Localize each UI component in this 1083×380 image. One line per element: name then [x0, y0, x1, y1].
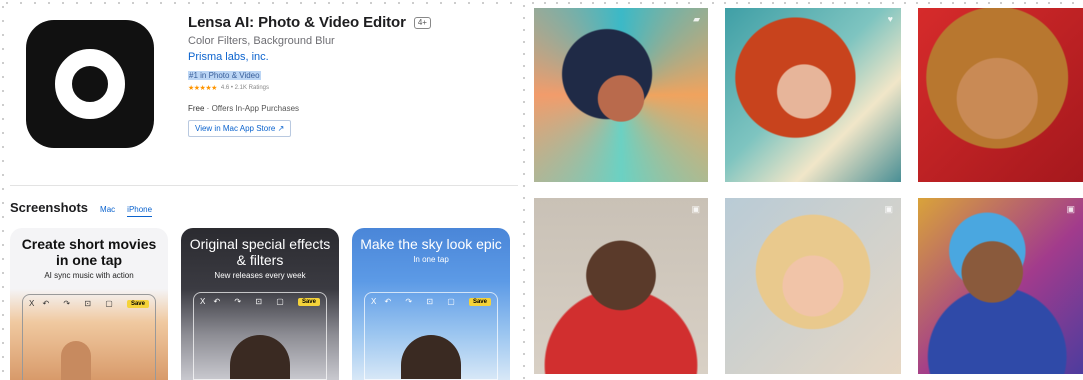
dotted-divider: [521, 0, 527, 380]
screenshot-subheading: AI sync music with action: [44, 271, 134, 280]
photo-subject: [401, 335, 461, 379]
camera-icon: ▣: [691, 204, 700, 214]
editor-toolbar: X ↶ ↷ ⊡ ▢ Save: [194, 293, 326, 310]
ai-portrait-tile[interactable]: ▣: [534, 198, 708, 374]
toolbar-icons: ↶ ↷ ⊡ ▢: [213, 297, 290, 306]
close-icon: X: [29, 299, 35, 308]
screenshot-subheading: In one tap: [413, 255, 449, 264]
save-badge: Save: [297, 297, 320, 306]
phone-mockup: X ↶ ↷ ⊡ ▢ Save: [193, 292, 327, 380]
app-title: Lensa AI: Photo & Video Editor: [188, 14, 406, 31]
screenshot-heading: Create short movies in one tap: [21, 236, 157, 268]
screenshot-heading: Original special effects & filters: [189, 236, 331, 268]
category-rank[interactable]: #1 in Photo & Video: [188, 71, 261, 80]
app-subtitle: Color Filters, Background Blur: [188, 35, 335, 47]
heart-icon: ♥: [887, 14, 893, 24]
close-icon: X: [200, 297, 206, 306]
app-info: Lensa AI: Photo & Video Editor 4+ Color …: [188, 14, 508, 137]
toolbar-icons: ↶ ↷ ⊡ ▢: [42, 299, 119, 308]
app-icon: [26, 20, 154, 148]
photo-subject: [60, 341, 91, 380]
page: Lensa AI: Photo & Video Editor 4+ Color …: [0, 0, 1083, 380]
screenshot-card[interactable]: Create short movies in one tap AI sync m…: [10, 228, 168, 380]
ai-portrait-tile[interactable]: [918, 8, 1083, 182]
rating-text: 4.6 • 2.1K Ratings: [220, 85, 270, 91]
screenshot-card[interactable]: Original special effects & filters New r…: [181, 228, 339, 380]
save-badge: Save: [126, 299, 149, 308]
bookmark-icon: ▰: [693, 14, 700, 24]
editor-toolbar: X ↶ ↷ ⊡ ▢ Save: [365, 293, 497, 310]
age-rating-badge: 4+: [413, 16, 431, 29]
dotted-border-top-right: [527, 0, 1083, 6]
lens-ring-icon: [55, 49, 125, 119]
screenshot-subheading: New releases every week: [214, 271, 306, 280]
screenshot-card[interactable]: Make the sky look epic In one tap X ↶ ↷ …: [352, 228, 510, 380]
section-divider: [10, 185, 518, 186]
screenshot-heading: Make the sky look epic: [360, 236, 502, 252]
tab-mac[interactable]: Mac: [100, 205, 115, 214]
screenshots-title: Screenshots: [10, 200, 89, 215]
save-badge: Save: [468, 297, 491, 306]
rating-row: ★★★★★ 4.6 • 2.1K Ratings: [188, 84, 508, 92]
editor-toolbar: X ↶ ↷ ⊡ ▢ Save: [23, 295, 155, 312]
rating-stars-icon: ★★★★★: [188, 85, 217, 92]
camera-icon: ▣: [884, 204, 893, 214]
ai-portrait-tile[interactable]: ▣: [725, 198, 901, 374]
developer-link[interactable]: Prisma labs, inc.: [188, 51, 508, 63]
phone-mockup: X ↶ ↷ ⊡ ▢ Save: [364, 292, 498, 380]
phone-mockup: X ↶ ↷ ⊡ ▢ Save: [22, 294, 156, 380]
price: Free: [188, 104, 205, 113]
toolbar-icons: ↶ ↷ ⊡ ▢: [384, 297, 461, 306]
price-row: Free · Offers In-App Purchases: [188, 104, 508, 113]
close-icon: X: [371, 297, 377, 306]
in-app-purchases-text: · Offers In-App Purchases: [204, 104, 300, 113]
tab-iphone[interactable]: iPhone: [127, 205, 153, 217]
camera-icon: ▣: [1066, 204, 1075, 214]
photo-subject: [230, 335, 290, 379]
screenshots-header: Screenshots Mac iPhone: [10, 200, 153, 217]
view-in-mac-app-store-button[interactable]: View in Mac App Store ↗: [188, 120, 292, 137]
dotted-border-top: [0, 0, 520, 6]
title-row: Lensa AI: Photo & Video Editor 4+: [188, 14, 508, 31]
dotted-border-left: [0, 0, 6, 380]
ai-portrait-tile[interactable]: ▣: [918, 198, 1083, 374]
ai-portrait-tile[interactable]: ♥: [725, 8, 901, 182]
ai-portrait-tile[interactable]: ▰: [534, 8, 708, 182]
